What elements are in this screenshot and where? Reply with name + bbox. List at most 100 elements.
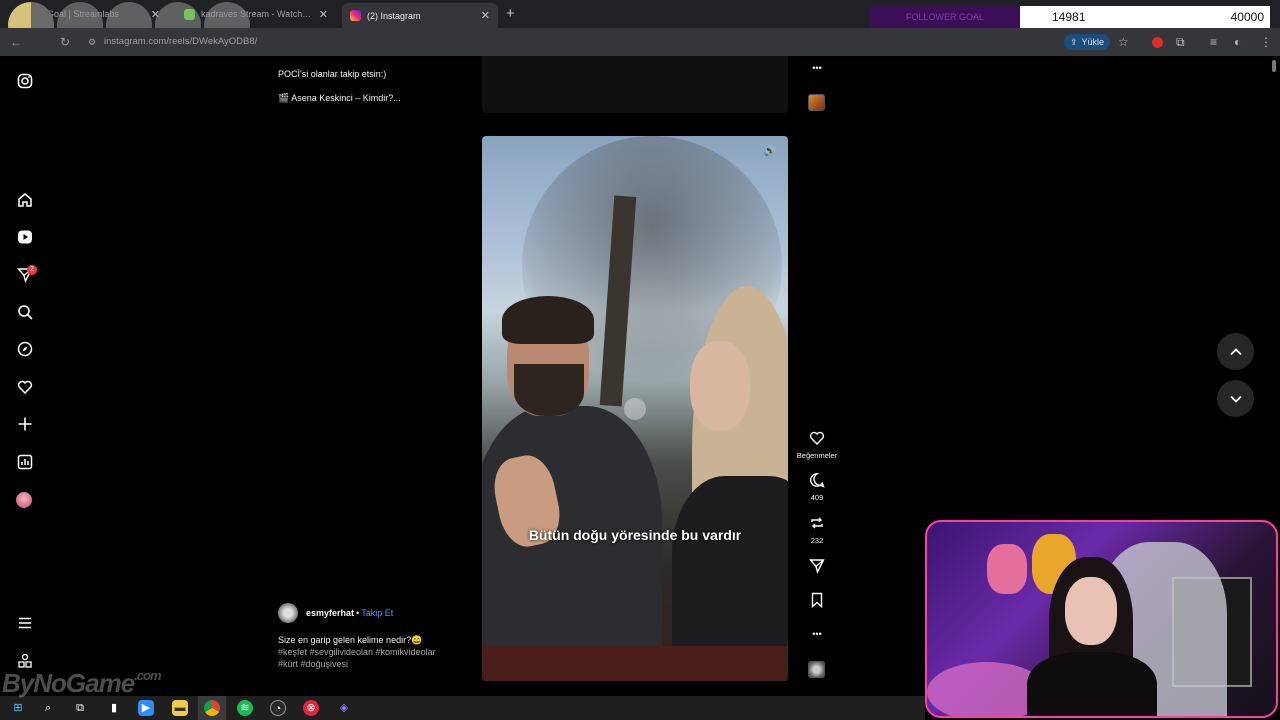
search-icon[interactable]: ⌕ <box>40 700 56 716</box>
app-icon[interactable]: ◈ <box>336 700 352 716</box>
tab-instagram[interactable]: (2) Instagram ✕ <box>342 3 498 28</box>
streamer-face <box>1065 577 1117 645</box>
bookmark-star-icon[interactable]: ☆ <box>1118 35 1129 49</box>
address-bar: ← ↻ ⚙ instagram.com/reels/DWekAyODB8/ ⇪ … <box>0 28 1280 56</box>
upload-button[interactable]: ⇪ Yükle <box>1064 34 1111 50</box>
man-beard <box>514 364 584 416</box>
plush-toy <box>987 544 1027 594</box>
share-icon <box>795 558 839 578</box>
dashboard-icon[interactable] <box>16 454 34 472</box>
instagram-favicon-icon <box>350 10 361 21</box>
goal-label: FOLLOWER GOAL <box>870 6 1020 28</box>
notifications-heart-icon[interactable] <box>16 379 34 397</box>
prev-audio-thumbnail[interactable] <box>808 94 825 111</box>
chevron-down-icon <box>1229 395 1242 403</box>
tab-title: (2) Instagram <box>367 10 421 21</box>
chevron-up-icon <box>1229 347 1242 355</box>
save-button[interactable] <box>795 592 839 612</box>
share-button[interactable] <box>795 558 839 578</box>
start-icon[interactable]: ⊞ <box>10 700 26 716</box>
reposts-count: 232 <box>810 536 824 545</box>
spotify-icon[interactable]: ≋ <box>237 700 253 716</box>
reel-author: esmyferhat • Takip Et <box>278 603 393 623</box>
like-button[interactable]: Beğenmeler <box>795 430 839 460</box>
follower-goal-widget: FOLLOWER GOAL 14981 40000 <box>870 6 1270 28</box>
table-edge <box>482 646 788 681</box>
search-icon[interactable] <box>16 304 34 322</box>
reel-video[interactable]: 🔊 Bütün doğu yöresinde bu vardır <box>482 136 788 681</box>
repost-icon <box>795 515 839 535</box>
man-hair <box>502 296 594 344</box>
prev-reel-video[interactable] <box>482 56 788 113</box>
task-view-icon[interactable]: ⧉ <box>72 700 88 716</box>
reel-actions: ••• Beğenmeler 409 232 ••• <box>795 56 839 696</box>
next-reel-button[interactable] <box>1217 380 1254 417</box>
page-scrollbar[interactable] <box>1272 60 1276 72</box>
more-menu-icon[interactable] <box>16 615 34 633</box>
widgets-icon[interactable]: ▮ <box>106 700 122 716</box>
more-button[interactable]: ••• <box>795 626 839 642</box>
app-icon[interactable]: ⊗ <box>303 700 319 716</box>
instagram-logo-icon[interactable] <box>16 73 34 91</box>
back-icon[interactable]: ← <box>10 35 22 49</box>
menu-icon[interactable]: ⋮ <box>1260 35 1272 49</box>
previous-reel-button[interactable] <box>1217 333 1254 370</box>
man-figure <box>482 296 672 681</box>
audio-thumbnail[interactable] <box>808 661 825 678</box>
zoom-app-icon[interactable]: ▶ <box>138 700 154 716</box>
sidebar: 2 <box>0 56 48 696</box>
close-tab-icon[interactable]: ✕ <box>319 8 328 21</box>
audio-mute-icon[interactable]: 🔊 <box>764 146 776 157</box>
upload-icon: ⇪ <box>1070 36 1078 47</box>
caption-text: Size en garip gelen kelime nedir?😄 <box>278 635 423 645</box>
video-subtitle: Bütün doğu yöresinde bu vardır <box>528 527 742 543</box>
home-icon[interactable] <box>16 192 34 210</box>
upload-label: Yükle <box>1081 37 1105 47</box>
record-extension-icon[interactable] <box>1152 37 1163 48</box>
profile-avatar[interactable] <box>16 492 32 508</box>
comment-button[interactable]: 409 <box>795 472 839 502</box>
new-tab-button[interactable]: + <box>506 5 515 22</box>
goal-target: 40000 <box>1230 10 1264 24</box>
reading-list-icon[interactable]: ≡ <box>1210 35 1217 49</box>
profile-icon[interactable]: ◐ <box>1234 35 1241 49</box>
explore-icon[interactable] <box>16 341 34 359</box>
author-username[interactable]: esmyferhat <box>306 608 354 618</box>
reels-icon[interactable] <box>16 229 34 247</box>
extensions-icon[interactable]: ⧉ <box>1176 35 1185 50</box>
woman-face <box>690 341 750 431</box>
file-explorer-icon[interactable]: ▬ <box>172 700 188 716</box>
obs-icon[interactable]: ◔ <box>270 700 286 716</box>
watermark-suffix: .com <box>134 668 161 683</box>
reload-icon[interactable]: ↻ <box>60 35 70 49</box>
goal-current: 14981 <box>1052 10 1086 24</box>
caption-hashtags[interactable]: #keşfet #sevgilivideolari #komikvideolar <box>278 646 478 658</box>
woman-figure <box>672 286 788 681</box>
author-avatar[interactable] <box>278 603 298 623</box>
comments-count: 409 <box>810 493 824 502</box>
notification-badge: 2 <box>27 265 37 275</box>
caption-hashtags[interactable]: #kürt #doğuşivesi <box>278 658 478 670</box>
reel-caption: Size en garip gelen kelime nedir?😄 #keşf… <box>278 634 478 670</box>
comment-icon <box>795 472 839 492</box>
bookmark-icon <box>795 592 839 612</box>
create-plus-icon[interactable] <box>16 416 34 434</box>
prev-post-caption: 🎬 Asena Keskinci – Kimdir?... <box>278 93 401 103</box>
repost-button[interactable]: 232 <box>795 515 839 545</box>
play-indicator-icon <box>624 398 646 420</box>
watermark-logo: ByNoGame.com <box>2 668 162 699</box>
close-tab-icon[interactable]: ✕ <box>481 9 490 22</box>
streamer-webcam <box>925 520 1278 718</box>
goal-values: 14981 40000 <box>1020 6 1270 28</box>
windows-taskbar: ⊞ ⌕ ⧉ ▮ ▶ ▬ ≋ ◔ ⊗ ◈ <box>0 696 925 720</box>
prev-more-button[interactable]: ••• <box>795 60 839 76</box>
streamer-body <box>1027 652 1157 716</box>
site-info-icon[interactable]: ⚙ <box>88 37 96 48</box>
chrome-icon[interactable] <box>204 700 220 716</box>
separator-dot: • <box>356 608 360 618</box>
url-field[interactable]: instagram.com/reels/DWekAyODB8/ <box>104 36 257 47</box>
likes-label: Beğenmeler <box>796 451 838 460</box>
follow-button[interactable]: Takip Et <box>361 608 393 618</box>
watermark-text: ByNoGame <box>2 668 135 698</box>
more-options-icon: ••• <box>812 629 822 639</box>
